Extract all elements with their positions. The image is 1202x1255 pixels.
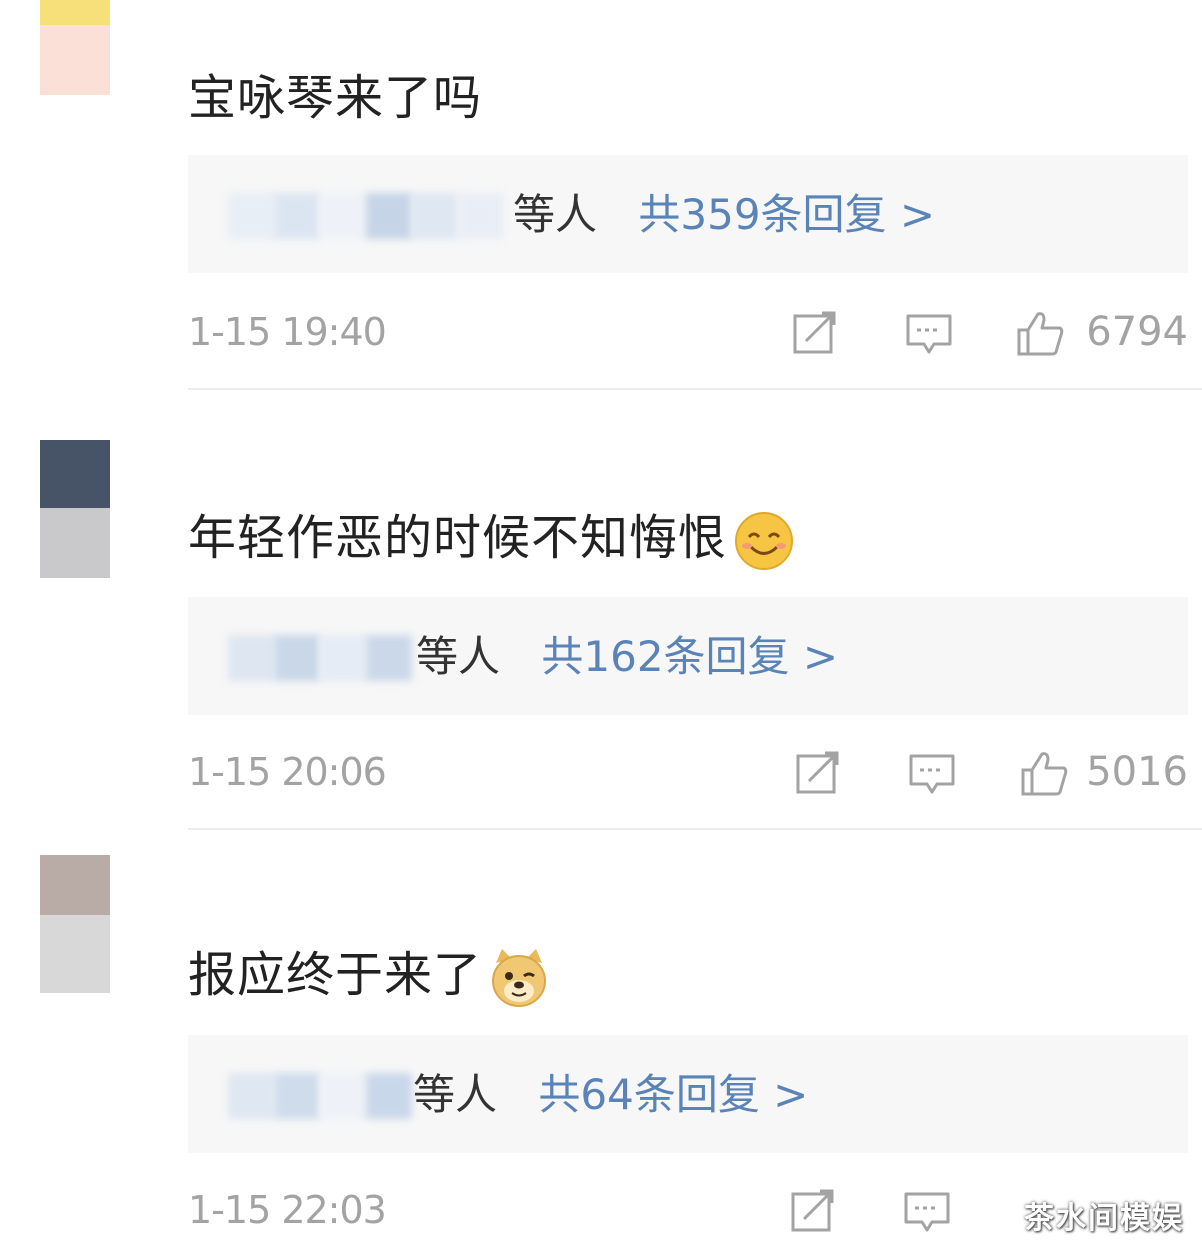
divider (188, 828, 1202, 830)
comment-time: 1-15 22:03 (188, 1188, 387, 1232)
reply-usernames-blurred (228, 193, 504, 239)
avatar[interactable] (40, 440, 110, 578)
comment-text: 年轻作恶的时候不知悔恨 (188, 508, 795, 572)
like-icon[interactable] (1020, 748, 1070, 798)
like-count: 6794 (1086, 309, 1188, 355)
reply-count-link[interactable]: 共64条回复 > (538, 1070, 808, 1119)
share-icon[interactable] (788, 1186, 838, 1236)
comment-text: 报应终于来了 (188, 945, 550, 1009)
share-icon[interactable] (793, 748, 843, 798)
share-icon[interactable] (790, 308, 840, 358)
reply-others-label: 等人 (416, 632, 501, 681)
reply-others-label: 等人 (513, 190, 598, 239)
comment-meta: 1-15 20:06 5016 (188, 742, 1188, 802)
watermark: 茶水间模娱 (1024, 1201, 1184, 1236)
reply-usernames-blurred (228, 635, 412, 681)
reply-summary[interactable]: 等人 共359条回复 > (188, 155, 1188, 273)
reply-count-link[interactable]: 共359条回复 > (638, 190, 935, 239)
divider (188, 388, 1202, 390)
doge-emoji-icon (492, 949, 547, 1007)
like-count: 5016 (1086, 749, 1188, 795)
comment-icon[interactable] (904, 308, 954, 358)
avatar[interactable] (40, 855, 110, 993)
smile-emoji-icon (735, 512, 794, 570)
reply-count-link[interactable]: 共162条回复 > (541, 632, 838, 681)
reply-summary[interactable]: 等人 共162条回复 > (188, 597, 1188, 715)
comment-time: 1-15 19:40 (188, 310, 387, 354)
reply-others-label: 等人 (413, 1070, 498, 1119)
comment-icon[interactable] (902, 1186, 952, 1236)
reply-summary[interactable]: 等人 共64条回复 > (188, 1035, 1188, 1153)
avatar[interactable] (40, 0, 110, 95)
comment-text: 宝咏琴来了吗 (188, 70, 483, 126)
comment-icon[interactable] (907, 748, 957, 798)
like-icon[interactable] (1016, 308, 1066, 358)
comment-time: 1-15 20:06 (188, 750, 387, 794)
comment-meta: 1-15 19:40 6794 (188, 302, 1188, 362)
reply-usernames-blurred (228, 1073, 412, 1119)
